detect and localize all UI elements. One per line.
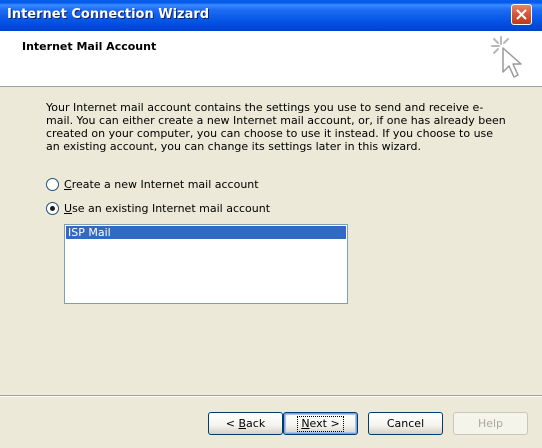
list-item[interactable]: ISP Mail (66, 226, 346, 239)
account-listbox[interactable]: ISP Mail (64, 224, 348, 304)
radio-button[interactable] (46, 178, 59, 191)
wizard-header: Internet Mail Account (0, 31, 542, 87)
wizard-window: Internet Connection Wizard Internet Mail… (0, 0, 542, 448)
back-button[interactable]: < Back (208, 412, 283, 435)
radio-label[interactable]: Use an existing Internet mail account (64, 202, 270, 215)
radio-use-existing[interactable]: Use an existing Internet mail account (46, 201, 270, 217)
close-button[interactable] (511, 4, 532, 25)
help-button: Help (453, 412, 528, 435)
radio-label[interactable]: Create a new Internet mail account (64, 178, 259, 191)
radio-button[interactable] (46, 202, 59, 215)
radio-create-new[interactable]: Create a new Internet mail account (46, 177, 259, 193)
next-button[interactable]: Next > (283, 412, 358, 435)
page-title: Internet Mail Account (22, 40, 157, 53)
footer-divider (0, 395, 542, 397)
close-icon (516, 9, 527, 20)
description-text: Your Internet mail account contains the … (46, 101, 506, 153)
title-bar[interactable]: Internet Connection Wizard (0, 0, 542, 31)
cancel-button[interactable]: Cancel (368, 412, 443, 435)
window-title: Internet Connection Wizard (7, 7, 210, 22)
wizard-cursor-icon (491, 36, 522, 78)
